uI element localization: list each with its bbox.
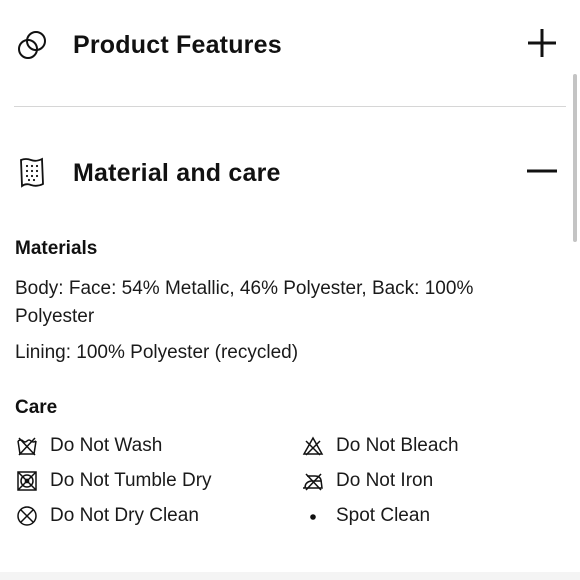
collapse-material-care-button[interactable] (524, 155, 560, 191)
fabric-swatch-icon (14, 155, 50, 191)
materials-block: Materials Body: Face: 54% Metallic, 46% … (15, 236, 555, 421)
product-features-header[interactable]: Product Features (0, 10, 570, 80)
care-item-do-not-bleach: Do Not Bleach (301, 431, 459, 461)
material-care-title: Material and care (73, 158, 281, 187)
care-item-label: Do Not Tumble Dry (50, 470, 212, 491)
plus-icon (526, 27, 558, 64)
do-not-tumble-dry-icon (15, 469, 39, 493)
do-not-dry-clean-icon (15, 504, 39, 528)
do-not-iron-icon (301, 469, 325, 493)
care-item-label: Do Not Iron (336, 470, 434, 491)
care-item-do-not-tumble-dry: Do Not Tumble Dry (15, 466, 212, 496)
care-item-label: Do Not Bleach (336, 435, 459, 456)
material-care-header[interactable]: Material and care (0, 138, 570, 208)
minus-icon (526, 155, 558, 192)
scrollbar-thumb[interactable] (573, 74, 577, 242)
care-item-label: Do Not Wash (50, 435, 163, 456)
overlapping-circles-icon (14, 27, 50, 63)
care-item-label: Spot Clean (336, 505, 431, 526)
care-item-label: Do Not Dry Clean (50, 505, 199, 526)
care-item-do-not-iron: Do Not Iron (301, 466, 433, 496)
do-not-bleach-icon (301, 434, 325, 458)
materials-heading: Materials (15, 238, 98, 259)
materials-lining-text: Lining: 100% Polyester (recycled) (15, 342, 299, 363)
expand-product-features-button[interactable] (524, 27, 560, 63)
care-heading: Care (15, 397, 58, 418)
materials-body-text: Body: Face: 54% Metallic, 46% Polyester,… (15, 278, 474, 327)
care-item-spot-clean: Spot Clean (301, 501, 430, 531)
bottom-band (0, 572, 580, 580)
section-divider (14, 106, 566, 107)
product-features-title: Product Features (73, 30, 282, 59)
do-not-wash-icon (15, 434, 39, 458)
care-item-do-not-wash: Do Not Wash (15, 431, 162, 461)
care-item-do-not-dry-clean: Do Not Dry Clean (15, 501, 199, 531)
bullet-icon (301, 504, 325, 528)
